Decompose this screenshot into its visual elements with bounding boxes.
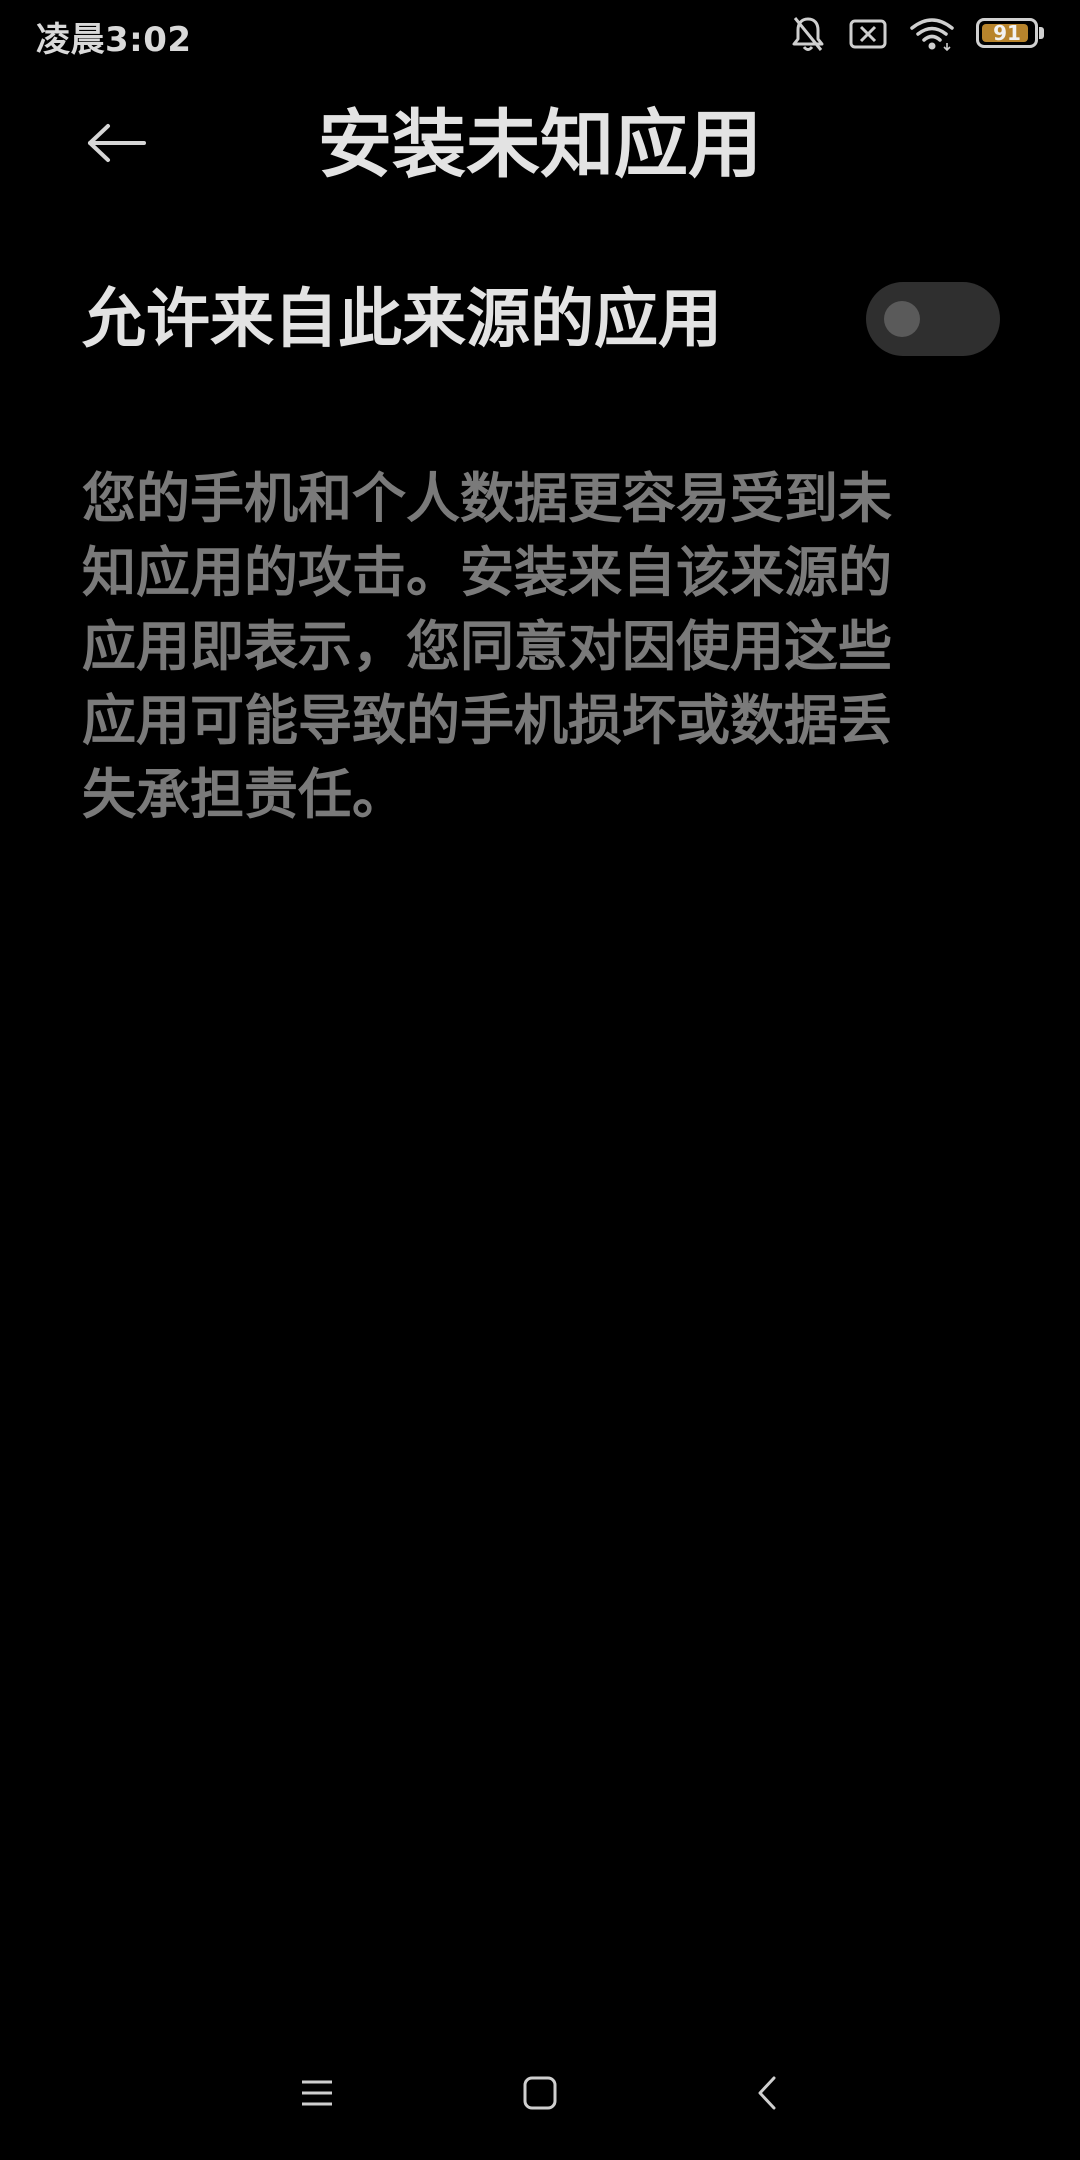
navigation-bar: [0, 2050, 1080, 2140]
sim-error-icon: [848, 18, 888, 50]
status-icons: 91: [790, 14, 1046, 54]
bell-off-icon: [790, 15, 826, 53]
header: 安装未知应用: [0, 90, 1080, 200]
toggle-knob: [884, 301, 920, 337]
back-button[interactable]: [72, 110, 162, 180]
allow-source-setting-row[interactable]: 允许来自此来源的应用: [0, 270, 1080, 370]
warning-description: 您的手机和个人数据更容易受到未知应用的攻击。安装来自该来源的应用即表示，您同意对…: [82, 467, 892, 826]
status-time: 凌晨3:02: [36, 20, 192, 60]
nav-home-button[interactable]: [500, 2060, 580, 2130]
menu-icon: [300, 2078, 334, 2112]
setting-label: 允许来自此来源的应用: [82, 283, 722, 357]
wifi-icon: [910, 17, 954, 51]
nav-menu-button[interactable]: [277, 2060, 357, 2130]
battery-level: 91: [993, 21, 1021, 45]
nav-back-button[interactable]: [727, 2060, 807, 2130]
status-bar: 凌晨3:02 91: [0, 0, 1080, 70]
battery-cap: [1039, 27, 1044, 39]
back-icon: [756, 2075, 778, 2115]
arrow-left-icon: [86, 123, 148, 167]
allow-source-toggle[interactable]: [866, 282, 1000, 356]
page-title: 安装未知应用: [318, 102, 762, 188]
home-icon: [523, 2076, 557, 2114]
battery-icon: 91: [976, 18, 1046, 50]
